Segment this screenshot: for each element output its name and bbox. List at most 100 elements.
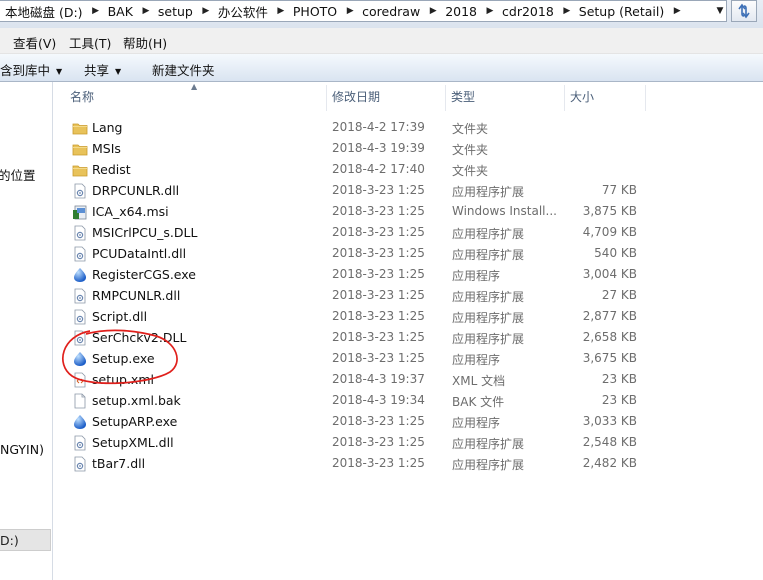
- file-name: RegisterCGS.exe: [92, 267, 196, 282]
- chevron-right-icon[interactable]: ▶: [426, 6, 440, 16]
- address-bar[interactable]: 本地磁盘 (D:) ▶ BAK ▶ setup ▶ 办公软件 ▶ PHOTO ▶ core…: [0, 0, 727, 22]
- column-divider[interactable]: [326, 85, 327, 111]
- breadcrumb-photo[interactable]: PHOTO ▶: [288, 1, 357, 21]
- column-header-size[interactable]: 大小: [570, 88, 594, 110]
- address-history-dropdown-icon[interactable]: ▼: [713, 1, 726, 21]
- file-date: 2018-3-23 1:25: [332, 204, 425, 218]
- file-date: 2018-4-2 17:39: [332, 120, 425, 134]
- file-row[interactable]: SetupXML.dll 2018-3-23 1:25 应用程序扩展 2,548 KB: [70, 432, 637, 453]
- breadcrumb-coredraw[interactable]: coredraw ▶: [357, 1, 440, 21]
- file-row[interactable]: Redist 2018-4-2 17:40 文件夹: [70, 159, 630, 180]
- file-row[interactable]: DRPCUNLR.dll 2018-3-23 1:25 应用程序扩展 77 KB: [70, 180, 637, 201]
- file-size: 23 KB: [601, 393, 637, 407]
- file-row[interactable]: MSICrlPCU_s.DLL 2018-3-23 1:25 应用程序扩展 4,709…: [70, 222, 637, 243]
- breadcrumb-drive[interactable]: 本地磁盘 (D:) ▶: [0, 1, 103, 21]
- exe-icon: [72, 351, 88, 367]
- chevron-right-icon[interactable]: ▶: [89, 6, 103, 16]
- file-row[interactable]: PCUDataIntl.dll 2018-3-23 1:25 应用程序扩展 540 K…: [70, 243, 637, 264]
- dll-icon: [72, 183, 88, 199]
- file-type: 文件夹: [452, 122, 489, 136]
- nav-item-location[interactable]: 的位置: [0, 165, 36, 184]
- file-row[interactable]: SerChckv2.DLL 2018-3-23 1:25 应用程序扩展 2,658 K…: [70, 327, 637, 348]
- share-button[interactable]: 共享 ▼: [84, 60, 121, 79]
- column-divider[interactable]: [445, 85, 446, 111]
- column-divider[interactable]: [564, 85, 565, 111]
- nav-item-user[interactable]: NGYIN): [0, 442, 44, 457]
- file-name: setup.xml: [92, 372, 154, 387]
- file-row[interactable]: RMPCUNLR.dll 2018-3-23 1:25 应用程序扩展 27 KB: [70, 285, 637, 306]
- file-size: 2,482 KB: [582, 456, 637, 470]
- file-row[interactable]: tBar7.dll 2018-3-23 1:25 应用程序扩展 2,482 KB: [70, 453, 637, 474]
- chevron-right-icon[interactable]: ▶: [483, 6, 497, 16]
- file-list-pane[interactable]: ▲ 名称 修改日期 类型 大小 Lang 2018-4-2 17:39 文件夹 MSI…: [54, 82, 763, 580]
- file-name: setup.xml.bak: [92, 393, 181, 408]
- column-header-type[interactable]: 类型: [451, 88, 475, 110]
- file-name: MSIs: [92, 141, 121, 156]
- file-type: 文件夹: [452, 143, 489, 157]
- dll-icon: [72, 309, 88, 325]
- menu-view[interactable]: 查看(V): [13, 33, 56, 52]
- file-type: 应用程序: [452, 353, 501, 367]
- file-row[interactable]: Setup.exe 2018-3-23 1:25 应用程序 3,675 KB: [70, 348, 637, 369]
- file-row[interactable]: Script.dll 2018-3-23 1:25 应用程序扩展 2,877 KB: [70, 306, 637, 327]
- breadcrumb-2018[interactable]: 2018 ▶: [440, 1, 497, 21]
- refresh-button[interactable]: [731, 0, 757, 22]
- file-type: 应用程序扩展: [452, 311, 525, 325]
- file-size: 2,548 KB: [582, 435, 637, 449]
- file-size: 2,658 KB: [582, 330, 637, 344]
- file-row[interactable]: setup.xml 2018-4-3 19:37 XML 文档 23 KB: [70, 369, 637, 390]
- chevron-right-icon[interactable]: ▶: [343, 6, 357, 16]
- file-date: 2018-4-3 19:39: [332, 141, 425, 155]
- breadcrumb-setup[interactable]: setup ▶: [153, 1, 213, 21]
- chevron-right-icon[interactable]: ▶: [670, 6, 684, 16]
- file-row[interactable]: MSIs 2018-4-3 19:39 文件夹: [70, 138, 630, 159]
- file-size: 3,875 KB: [582, 204, 637, 218]
- column-divider[interactable]: [645, 85, 646, 111]
- breadcrumb-setup-retail[interactable]: Setup (Retail) ▶: [574, 1, 684, 21]
- chevron-right-icon[interactable]: ▶: [560, 6, 574, 16]
- file-type: 应用程序扩展: [452, 332, 525, 346]
- file-name: Setup.exe: [92, 351, 155, 366]
- file-name: SetupXML.dll: [92, 435, 174, 450]
- breadcrumb-bak[interactable]: BAK ▶: [103, 1, 153, 21]
- chevron-right-icon[interactable]: ▶: [274, 6, 288, 16]
- file-name: PCUDataIntl.dll: [92, 246, 187, 261]
- chevron-right-icon[interactable]: ▶: [199, 6, 213, 16]
- dll-icon: [72, 225, 88, 241]
- breadcrumb-cdr2018[interactable]: cdr2018 ▶: [497, 1, 574, 21]
- file-name: ICA_x64.msi: [92, 204, 169, 219]
- chevron-right-icon[interactable]: ▶: [139, 6, 153, 16]
- breadcrumb-office[interactable]: 办公软件 ▶: [213, 1, 288, 21]
- file-row[interactable]: Lang 2018-4-2 17:39 文件夹: [70, 117, 630, 138]
- file-size: 23 KB: [601, 372, 637, 386]
- include-in-library-button[interactable]: 含到库中 ▼: [0, 60, 62, 79]
- file-type: 应用程序扩展: [452, 458, 525, 472]
- file-size: 3,004 KB: [582, 267, 637, 281]
- navigation-pane[interactable]: 的位置 NGYIN) D:): [0, 82, 53, 580]
- file-name: RMPCUNLR.dll: [92, 288, 181, 303]
- column-header-name[interactable]: 名称: [70, 88, 94, 110]
- file-row[interactable]: ICA_x64.msi 2018-3-23 1:25 Windows Install…: [70, 201, 637, 222]
- file-date: 2018-3-23 1:25: [332, 414, 425, 428]
- file-row[interactable]: setup.xml.bak 2018-4-3 19:34 BAK 文件 23 KB: [70, 390, 637, 411]
- column-header-date[interactable]: 修改日期: [332, 88, 380, 110]
- nav-item-drive-d[interactable]: D:): [0, 529, 51, 551]
- file-row[interactable]: RegisterCGS.exe 2018-3-23 1:25 应用程序 3,004 K…: [70, 264, 637, 285]
- menu-help[interactable]: 帮助(H): [123, 33, 167, 52]
- blank-file-icon: [72, 393, 88, 409]
- file-type: 应用程序: [452, 416, 501, 430]
- address-bar-area: 本地磁盘 (D:) ▶ BAK ▶ setup ▶ 办公软件 ▶ PHOTO ▶ core…: [0, 0, 763, 28]
- file-date: 2018-4-2 17:40: [332, 162, 425, 176]
- dll-icon: [72, 330, 88, 346]
- file-type: 应用程序扩展: [452, 290, 525, 304]
- folder-icon: [72, 141, 88, 157]
- file-row[interactable]: SetupARP.exe 2018-3-23 1:25 应用程序 3,033 KB: [70, 411, 637, 432]
- file-type: 应用程序扩展: [452, 248, 525, 262]
- menu-tools[interactable]: 工具(T): [69, 33, 111, 52]
- file-date: 2018-4-3 19:34: [332, 393, 425, 407]
- new-folder-button[interactable]: 新建文件夹: [152, 60, 215, 79]
- sort-ascending-icon: ▲: [191, 82, 198, 91]
- file-type: 文件夹: [452, 164, 489, 178]
- folder-icon: [72, 162, 88, 178]
- file-name: SetupARP.exe: [92, 414, 178, 429]
